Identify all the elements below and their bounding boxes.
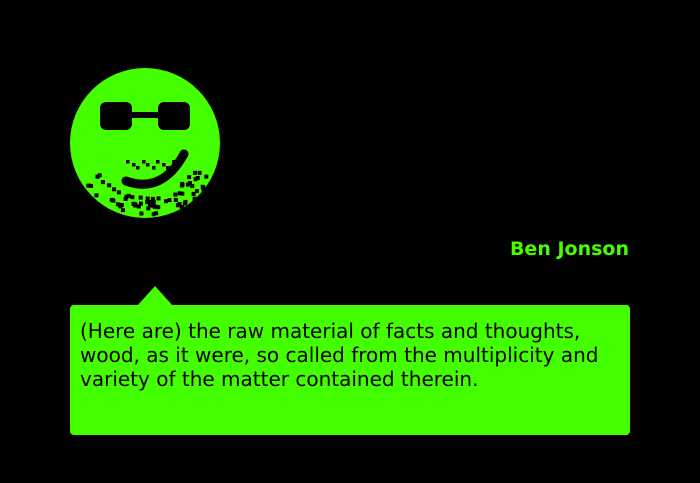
quote-author: Ben Jonson (509, 238, 629, 260)
smiley-sunglasses-icon (70, 68, 220, 218)
speech-bubble: (Here are) the raw material of facts and… (70, 305, 630, 435)
speech-bubble-tail (137, 286, 173, 306)
quote-text: (Here are) the raw material of facts and… (80, 319, 599, 391)
avatar (70, 68, 220, 218)
face-circle (70, 68, 220, 218)
